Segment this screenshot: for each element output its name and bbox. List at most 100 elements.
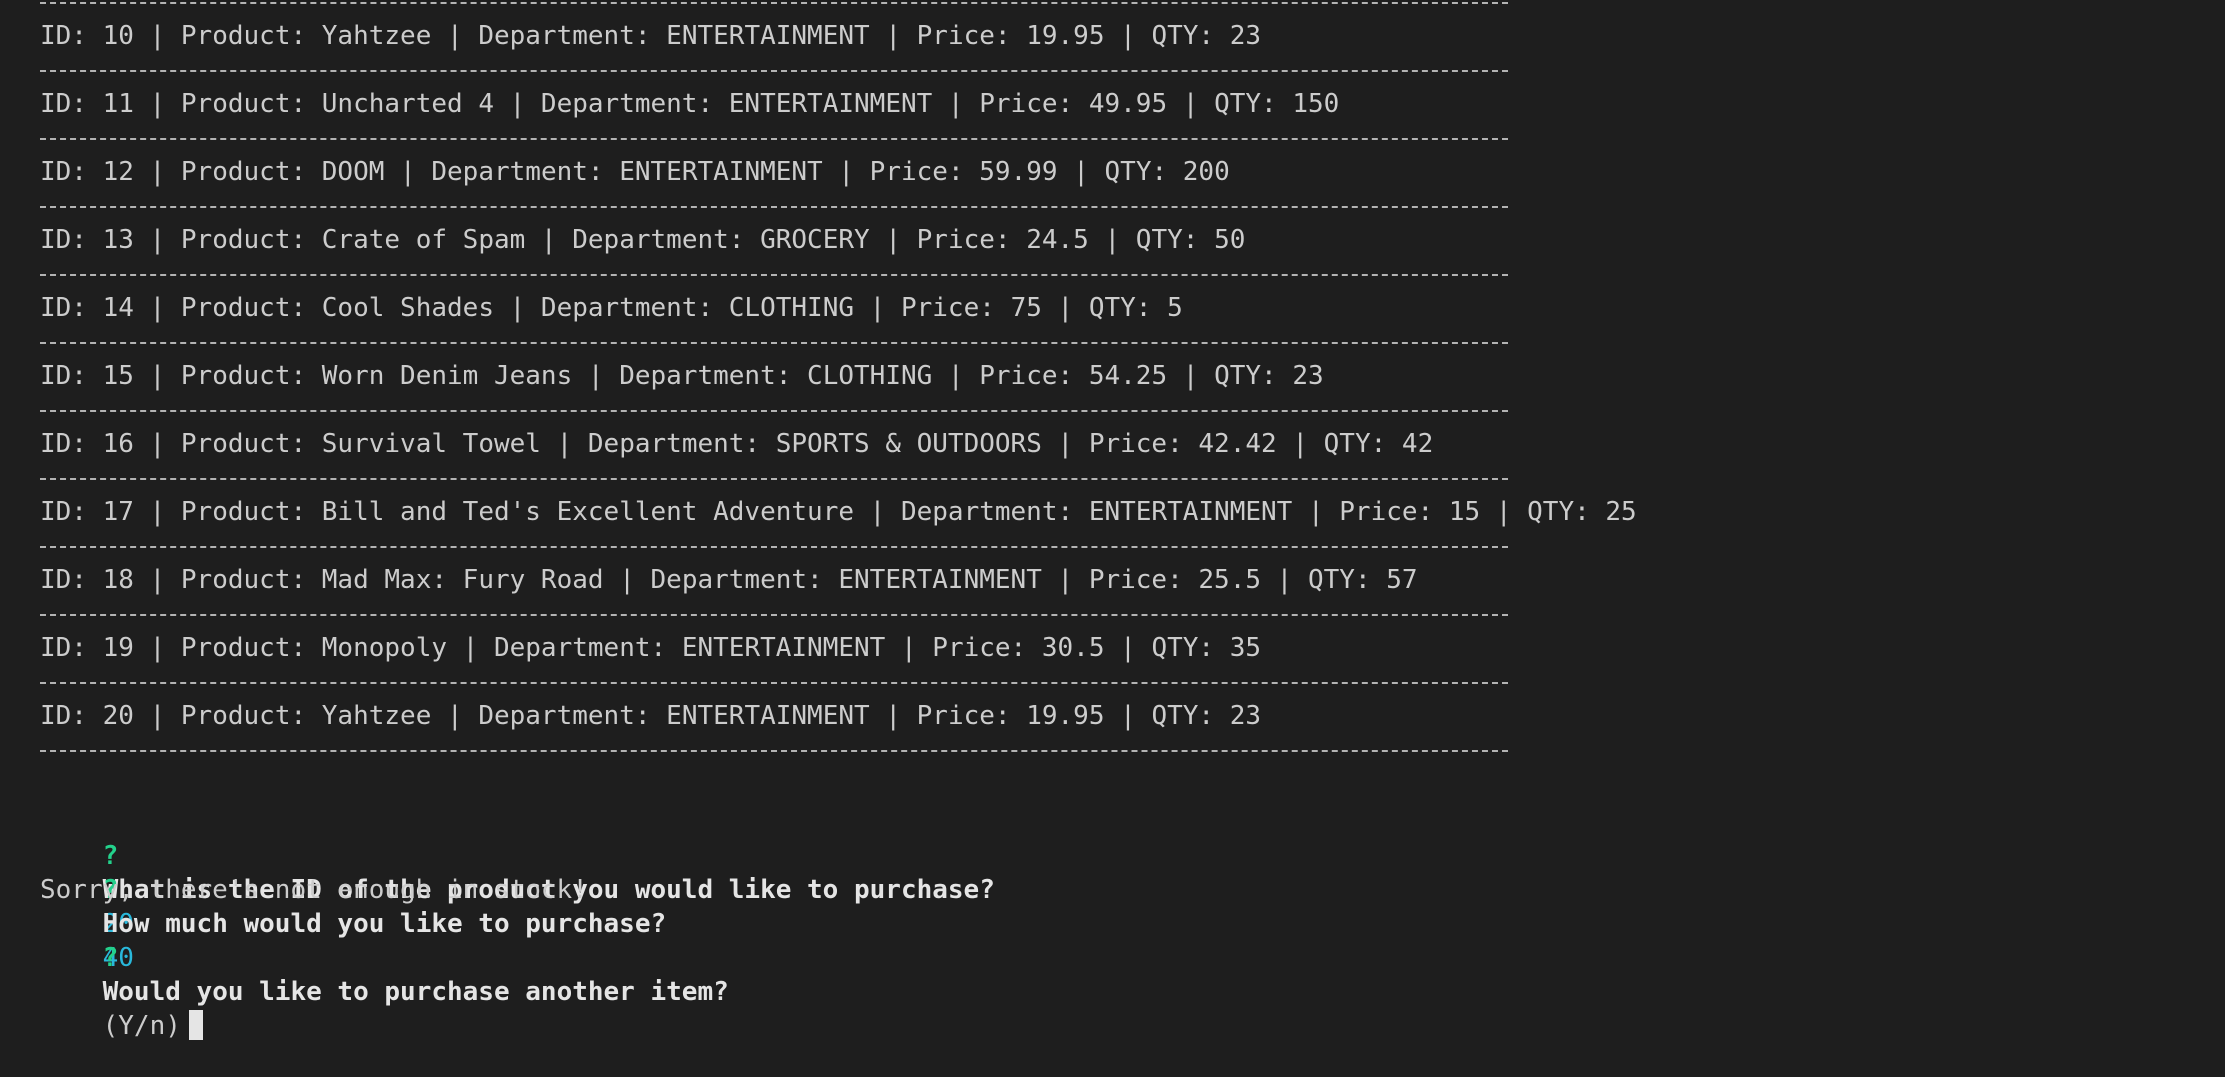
id-label: ID: <box>40 225 103 255</box>
product-qty: 200 <box>1182 157 1230 187</box>
product-qty: 23 <box>1229 701 1262 731</box>
department-label: | Department: <box>384 157 620 187</box>
department-label: | Department: <box>431 701 667 731</box>
product-row: ID: 13 | Product: Crate of Spam | Depart… <box>40 222 1245 258</box>
row-separator <box>40 342 1508 344</box>
product-qty: 25 <box>1605 497 1637 527</box>
product-qty: 35 <box>1229 633 1262 663</box>
product-qty: 23 <box>1229 21 1262 51</box>
product-price: 25.5 <box>1198 565 1262 595</box>
product-id: 20 <box>102 701 134 731</box>
department-label: | Department: <box>572 361 808 391</box>
product-label: | Product: <box>133 497 322 527</box>
product-label: | Product: <box>133 565 322 595</box>
product-row: ID: 16 | Product: Survival Towel | Depar… <box>40 426 1433 462</box>
product-qty: 23 <box>1292 361 1324 391</box>
again-prompt-line[interactable]: ? Would you like to purchase another ite… <box>40 907 729 1041</box>
product-label: | Product: <box>133 157 322 187</box>
id-label: ID: <box>40 293 103 323</box>
product-qty: 42 <box>1401 429 1434 459</box>
id-label: ID: <box>40 565 103 595</box>
product-id: 15 <box>102 361 134 391</box>
product-row: ID: 11 | Product: Uncharted 4 | Departme… <box>40 86 1339 122</box>
price-label: | Price: <box>869 701 1027 731</box>
id-label: ID: <box>40 633 103 663</box>
department-label: | Department: <box>603 565 839 595</box>
product-row: ID: 12 | Product: DOOM | Department: ENT… <box>40 154 1230 190</box>
product-id: 17 <box>102 497 134 527</box>
price-label: | Price: <box>885 633 1042 663</box>
product-department: ENTERTAINMENT <box>619 157 823 187</box>
qty-label: | QTY: <box>1276 429 1402 459</box>
product-id: 19 <box>102 633 134 663</box>
product-price: 30.5 <box>1041 633 1105 663</box>
product-label: | Product: <box>133 361 322 391</box>
product-id: 10 <box>102 21 134 51</box>
row-separator <box>40 138 1508 140</box>
product-id: 12 <box>102 157 134 187</box>
id-label: ID: <box>40 89 103 119</box>
row-separator <box>40 546 1508 548</box>
prompt-marker: ? <box>102 943 119 973</box>
price-label: | Price: <box>822 157 980 187</box>
price-label: | Price: <box>854 293 1011 323</box>
row-separator <box>40 274 1508 276</box>
terminal-cursor[interactable] <box>188 1010 203 1040</box>
product-id: 13 <box>102 225 134 255</box>
row-separator <box>40 614 1508 616</box>
qty-label: | QTY: <box>1480 497 1606 527</box>
product-id: 16 <box>102 429 134 459</box>
product-department: SPORTS & OUTDOORS <box>775 429 1042 459</box>
product-row: ID: 10 | Product: Yahtzee | Department: … <box>40 18 1261 54</box>
product-label: | Product: <box>133 633 322 663</box>
qty-prompt-line: ? How much would you like to purchase? 4… <box>40 839 667 973</box>
product-department: CLOTHING <box>807 361 933 391</box>
product-id: 11 <box>102 89 134 119</box>
product-row: ID: 17 | Product: Bill and Ted's Excelle… <box>40 494 1637 530</box>
price-label: | Price: <box>1292 497 1449 527</box>
qty-label: | QTY: <box>1261 565 1387 595</box>
product-row: ID: 20 | Product: Yahtzee | Department: … <box>40 698 1261 734</box>
department-label: | Department: <box>540 429 776 459</box>
department-label: | Department: <box>525 225 761 255</box>
product-name: Survival Towel <box>321 429 541 459</box>
id-label: ID: <box>40 361 103 391</box>
row-separator <box>40 682 1508 684</box>
product-label: | Product: <box>133 89 322 119</box>
row-separator <box>40 750 1508 752</box>
product-qty: 150 <box>1292 89 1340 119</box>
product-name: Bill and Ted's Excellent Adventure <box>321 497 854 527</box>
product-price: 49.95 <box>1088 89 1168 119</box>
product-price: 19.95 <box>1026 21 1105 51</box>
qty-label: | QTY: <box>1167 89 1293 119</box>
department-label: | Department: <box>854 497 1089 527</box>
product-price: 42.42 <box>1198 429 1277 459</box>
product-id: 14 <box>102 293 134 323</box>
product-row: ID: 15 | Product: Worn Denim Jeans | Dep… <box>40 358 1324 394</box>
product-name: DOOM <box>321 157 385 187</box>
product-department: ENTERTAINMENT <box>666 701 870 731</box>
price-label: | Price: <box>869 225 1027 255</box>
product-name: Yahtzee <box>321 21 432 51</box>
id-label: ID: <box>40 157 103 187</box>
qty-label: | QTY: <box>1041 293 1168 323</box>
product-name: Yahtzee <box>321 701 432 731</box>
product-name: Crate of Spam <box>321 225 526 255</box>
product-label: | Product: <box>133 21 322 51</box>
product-id: 18 <box>102 565 134 595</box>
price-label: | Price: <box>869 21 1027 51</box>
price-label: | Price: <box>1041 565 1199 595</box>
product-department: ENTERTAINMENT <box>728 89 933 119</box>
again-question: Would you like to purchase another item? <box>102 977 729 1007</box>
product-label: | Product: <box>133 225 322 255</box>
product-department: CLOTHING <box>728 293 855 323</box>
product-label: | Product: <box>133 293 322 323</box>
stock-message: Sorry, there's not enough in stock! <box>40 875 588 905</box>
id-label: ID: <box>40 21 103 51</box>
product-name: Mad Max: Fury Road <box>321 565 604 595</box>
row-separator <box>40 70 1508 72</box>
product-name: Monopoly <box>321 633 448 663</box>
id-label: ID: <box>40 429 103 459</box>
qty-label: | QTY: <box>1104 633 1230 663</box>
product-name: Uncharted 4 <box>321 89 494 119</box>
